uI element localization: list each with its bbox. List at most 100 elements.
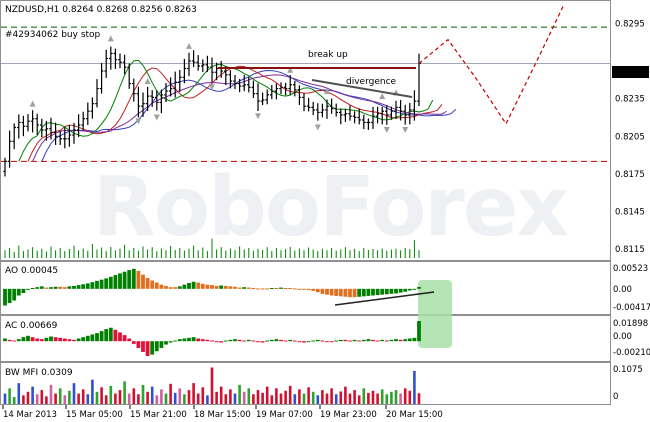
mfi-bar [279, 393, 283, 404]
mfi-bar [302, 393, 306, 404]
ac-bar [72, 339, 76, 342]
ac-bar [136, 341, 141, 348]
ac-bar [191, 337, 196, 342]
ac-bar [44, 337, 49, 342]
ac-bar [187, 337, 191, 342]
ao-bar [357, 288, 362, 297]
mfi-bar [77, 393, 80, 404]
ac-bar [35, 338, 40, 342]
price-tick-label: 0.8295 [615, 19, 645, 29]
ac-tick-top: 0.01898 [613, 319, 648, 329]
mfi-bar [229, 389, 232, 404]
mfi-bar [58, 388, 62, 404]
ao-bar [320, 288, 325, 294]
ac-bar [122, 335, 127, 342]
mfi-bar [376, 393, 379, 404]
mfi-bar [54, 393, 57, 404]
ao-bar [210, 285, 214, 289]
breakup-label: break up [308, 50, 348, 60]
trading-chart: RoboForex break up divergence NZDUSD,H1 … [0, 0, 650, 420]
ao-bar [297, 288, 302, 290]
mfi-bar [316, 395, 320, 404]
ao-bar [265, 288, 270, 290]
time-tick-label: 19 Mar 23:00 [320, 410, 377, 420]
ac-bar [384, 340, 389, 342]
ao-bar [113, 275, 118, 289]
mfi-bar [81, 389, 85, 404]
mfi-bar [219, 386, 223, 404]
mfi-bar [196, 393, 200, 404]
ac-bar [311, 340, 316, 342]
ac-bar [210, 340, 214, 342]
mfi-bar [26, 391, 30, 404]
mfi-bar [40, 390, 44, 404]
ao-bar [407, 288, 412, 291]
mfi-bar [307, 387, 310, 404]
ac-bar [279, 339, 283, 342]
ac-bar [246, 339, 251, 342]
ao-bar [223, 285, 228, 289]
mfi-bar [265, 386, 269, 404]
mfi-bar [413, 370, 416, 404]
mfi-bar [164, 393, 168, 404]
ac-bar [177, 339, 182, 342]
mfi-bar [233, 393, 237, 404]
mfi-bar [293, 394, 297, 404]
ao-bar [187, 283, 191, 289]
ac-bar [343, 339, 348, 342]
ac-bar [407, 338, 412, 342]
mfi-bar [127, 393, 131, 404]
mfi-bar [95, 391, 99, 404]
ao-bar [127, 270, 132, 289]
ac-title: AC 0.00669 [5, 321, 58, 331]
ao-title: AO 0.00045 [5, 266, 58, 276]
ao-bar [49, 287, 53, 289]
mfi-bar [288, 385, 292, 404]
ac-bar [141, 341, 145, 352]
mfi-bar [123, 381, 126, 404]
ao-tick-bot: -0.00417 [613, 303, 650, 313]
ao-bar [219, 285, 224, 289]
ac-bar [302, 341, 306, 343]
mfi-bar [311, 391, 315, 404]
mfi-bar [45, 396, 48, 404]
ac-bar [292, 340, 297, 342]
ac-bar [58, 337, 63, 342]
mfi-bar [160, 389, 163, 404]
ac-bar [108, 327, 113, 342]
ac-bar [320, 340, 325, 342]
mfi-bar [109, 385, 113, 404]
ac-bar [49, 336, 53, 342]
mfi-bar [417, 393, 421, 404]
mfi-bar [192, 383, 195, 404]
ao-bar [104, 278, 109, 289]
ac-bar [329, 341, 334, 343]
mfi-bar [298, 389, 301, 404]
ao-bar [251, 288, 256, 289]
ao-bar [53, 286, 58, 289]
mfi-bar [22, 395, 25, 404]
ao-bar [361, 288, 366, 297]
ao-bar [371, 288, 375, 296]
mfi-bar [380, 389, 384, 404]
ao-bar [403, 288, 408, 292]
ao-bar [67, 286, 72, 289]
ao-bar [159, 284, 164, 289]
ao-bar [58, 286, 63, 289]
mfi-bar [399, 393, 402, 404]
ao-bar [108, 276, 113, 289]
mfi-bar [49, 384, 53, 404]
ao-bar [380, 288, 385, 295]
price-tick-label: 0.8115 [615, 245, 645, 255]
ao-bar [348, 288, 352, 298]
mfi-bar [132, 388, 136, 404]
mfi-bar [408, 390, 412, 404]
mfi-bar [275, 388, 278, 404]
ac-bar [200, 339, 205, 342]
mfi-bar [72, 383, 76, 404]
ao-bar [21, 288, 26, 293]
ac-bar [21, 337, 26, 342]
ac-bar [283, 340, 288, 342]
divergence-label: divergence [346, 77, 397, 87]
ao-bar [417, 286, 421, 289]
